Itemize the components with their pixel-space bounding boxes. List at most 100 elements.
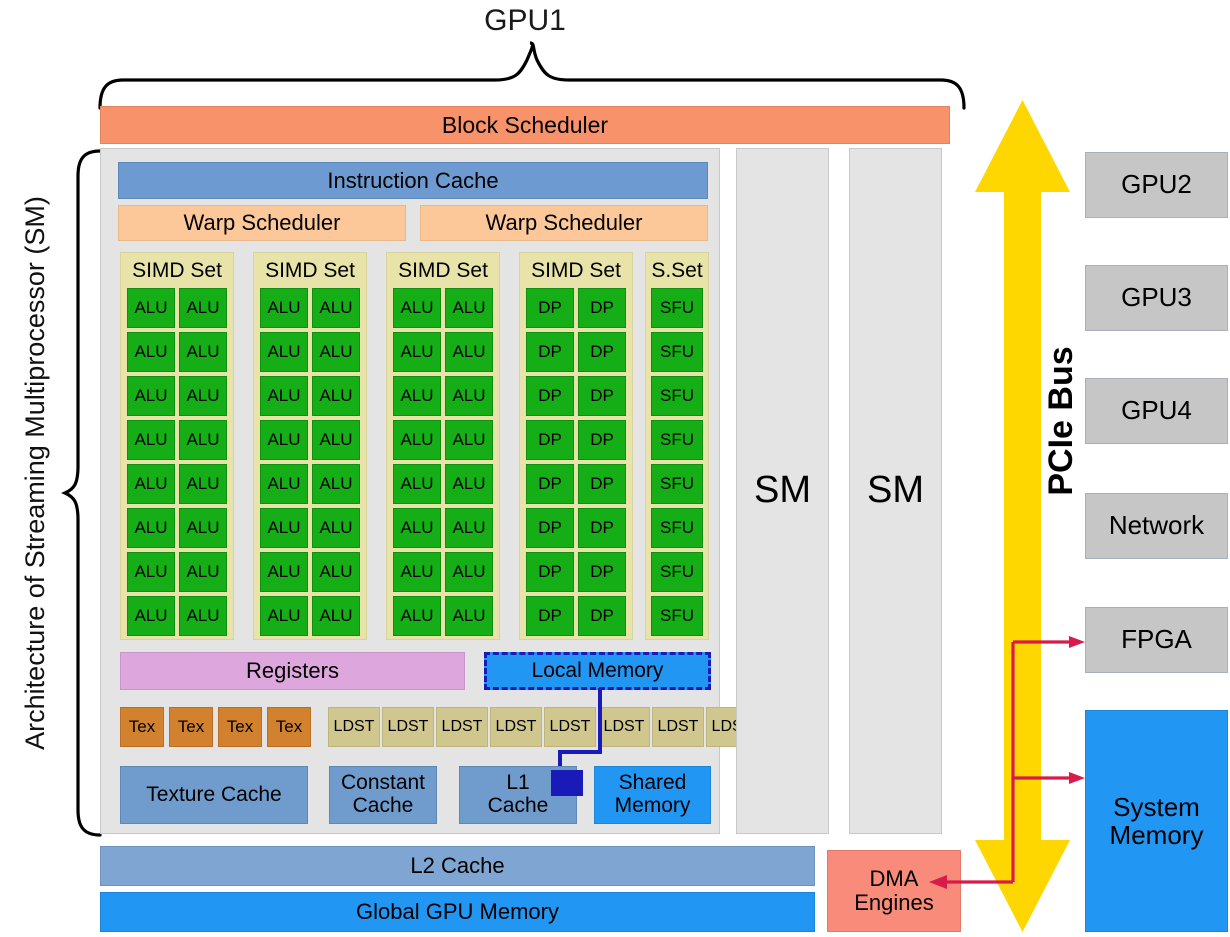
ldst-unit: LDST — [436, 707, 488, 747]
constant-cache-label-2: Cache — [352, 794, 414, 817]
warp-scheduler-block-1[interactable]: Warp Scheduler — [420, 205, 708, 241]
sfu-unit: SFU — [651, 376, 703, 416]
sm-column-0[interactable]: SM — [736, 148, 829, 834]
sm-brace — [61, 149, 102, 837]
alu-unit: ALU — [312, 376, 360, 416]
simd-set-title-1: SIMD Set — [265, 259, 355, 282]
alu-unit: ALU — [127, 376, 175, 416]
alu-unit: ALU — [127, 552, 175, 592]
shared-memory-label-2: Memory — [614, 794, 691, 817]
shared-memory-label-1: Shared — [618, 771, 687, 795]
tex-unit: Tex — [267, 707, 311, 747]
alu-unit: ALU — [312, 420, 360, 460]
simd-unit-grid-1: ALU ALU ALU ALU ALU ALU ALU ALU ALU ALU ALU ALU ALU A… — [254, 285, 366, 636]
dp-unit: DP — [526, 464, 574, 504]
dp-unit: DP — [578, 376, 626, 416]
alu-unit: ALU — [179, 464, 227, 504]
ldst-unit: LDST — [652, 707, 704, 747]
dp-unit: DP — [578, 288, 626, 328]
alu-unit: ALU — [127, 508, 175, 548]
system-memory-label-1: System — [1113, 791, 1200, 822]
alu-unit: ALU — [393, 288, 441, 328]
alu-unit: ALU — [127, 596, 175, 636]
simd-set-0[interactable]: SIMD Set ALU ALU ALU ALU ALU ALU ALU ALU ALU ALU A… — [120, 252, 234, 640]
alu-unit: ALU — [179, 332, 227, 372]
simd-set-title-3: SIMD Set — [531, 259, 621, 282]
alu-unit: ALU — [179, 420, 227, 460]
alu-unit: ALU — [260, 508, 308, 548]
warp-scheduler-block-0[interactable]: Warp Scheduler — [118, 205, 406, 241]
dma-engines-label-1: DMA — [869, 866, 919, 892]
simd-unit-grid-2: ALU ALU ALU ALU ALU ALU ALU ALU ALU ALU ALU ALU ALU A… — [387, 285, 499, 636]
l1-connector-node — [551, 770, 583, 796]
alu-unit: ALU — [312, 288, 360, 328]
simd-set-1[interactable]: SIMD Set ALU ALU ALU ALU ALU ALU ALU ALU ALU ALU A… — [253, 252, 367, 640]
shared-memory-block[interactable]: Shared Memory — [594, 766, 711, 824]
dp-unit: DP — [526, 508, 574, 548]
alu-unit: ALU — [445, 288, 493, 328]
alu-unit: ALU — [260, 288, 308, 328]
gpu-architecture-diagram: GPU1 Architecture of Streaming Multiproc… — [0, 0, 1230, 937]
alu-unit: ALU — [393, 376, 441, 416]
dp-unit: DP — [526, 288, 574, 328]
tex-unit: Tex — [120, 707, 164, 747]
alu-unit: ALU — [445, 464, 493, 504]
alu-unit: ALU — [179, 288, 227, 328]
simd-set-3[interactable]: SIMD Set DP DP DP DP DP DP DP DP DP DP DP DP DP DP DP D… — [519, 252, 633, 640]
simd-set-title-2: SIMD Set — [398, 259, 488, 282]
alu-unit: ALU — [445, 552, 493, 592]
tex-unit: Tex — [169, 707, 213, 747]
instruction-cache-block[interactable]: Instruction Cache — [118, 162, 708, 199]
l1-cache-label-2: Cache — [487, 794, 549, 817]
alu-unit: ALU — [260, 376, 308, 416]
global-gpu-memory-block[interactable]: Global GPU Memory — [100, 892, 815, 932]
device-box-gpu3[interactable]: GPU3 — [1085, 265, 1228, 331]
tex-unit: Tex — [218, 707, 262, 747]
alu-unit: ALU — [260, 332, 308, 372]
alu-unit: ALU — [393, 508, 441, 548]
gpu1-brace — [98, 41, 966, 110]
alu-unit: ALU — [445, 332, 493, 372]
simd-set-4[interactable]: S.Set SFU SFU SFU SFU SFU SFU SFU SFU — [645, 252, 709, 640]
system-memory-block[interactable]: System Memory — [1085, 710, 1228, 932]
alu-unit: ALU — [393, 596, 441, 636]
dma-engines-block[interactable]: DMA Engines — [827, 850, 961, 932]
device-box-gpu4[interactable]: GPU4 — [1085, 378, 1228, 444]
simd-set-2[interactable]: SIMD Set ALU ALU ALU ALU ALU ALU ALU ALU ALU ALU A… — [386, 252, 500, 640]
pcie-device-links — [929, 636, 1085, 889]
device-box-gpu2[interactable]: GPU2 — [1085, 152, 1228, 218]
l2-cache-block[interactable]: L2 Cache — [100, 846, 815, 886]
dp-unit: DP — [526, 596, 574, 636]
dp-unit: DP — [526, 332, 574, 372]
dp-unit: DP — [578, 332, 626, 372]
dp-unit: DP — [526, 376, 574, 416]
alu-unit: ALU — [260, 464, 308, 504]
alu-unit: ALU — [393, 464, 441, 504]
alu-unit: ALU — [260, 552, 308, 592]
alu-unit: ALU — [445, 596, 493, 636]
alu-unit: ALU — [312, 596, 360, 636]
constant-cache-label-1: Constant — [340, 771, 426, 795]
simd-set-title-4: S.Set — [651, 259, 703, 282]
device-box-network[interactable]: Network — [1085, 493, 1228, 559]
dp-unit: DP — [578, 508, 626, 548]
sfu-unit: SFU — [651, 420, 703, 460]
l1-cache-label-1: L1 — [506, 771, 530, 795]
simd-unit-grid-0: ALU ALU ALU ALU ALU ALU ALU ALU ALU ALU ALU ALU ALU A… — [121, 285, 233, 636]
alu-unit: ALU — [312, 332, 360, 372]
registers-block[interactable]: Registers — [120, 652, 465, 690]
block-scheduler-block[interactable]: Block Scheduler — [100, 106, 950, 144]
device-box-fpga[interactable]: FPGA — [1085, 607, 1228, 673]
sfu-unit: SFU — [651, 288, 703, 328]
local-memory-block[interactable]: Local Memory — [484, 652, 711, 690]
sm-column-1[interactable]: SM — [849, 148, 942, 834]
alu-unit: ALU — [312, 552, 360, 592]
ldst-unit: LDST — [490, 707, 542, 747]
dp-unit: DP — [578, 552, 626, 592]
alu-unit: ALU — [127, 332, 175, 372]
alu-unit: ALU — [179, 508, 227, 548]
dp-unit: DP — [578, 464, 626, 504]
alu-unit: ALU — [127, 464, 175, 504]
constant-cache-block[interactable]: Constant Cache — [329, 766, 437, 824]
texture-cache-block[interactable]: Texture Cache — [120, 766, 308, 824]
